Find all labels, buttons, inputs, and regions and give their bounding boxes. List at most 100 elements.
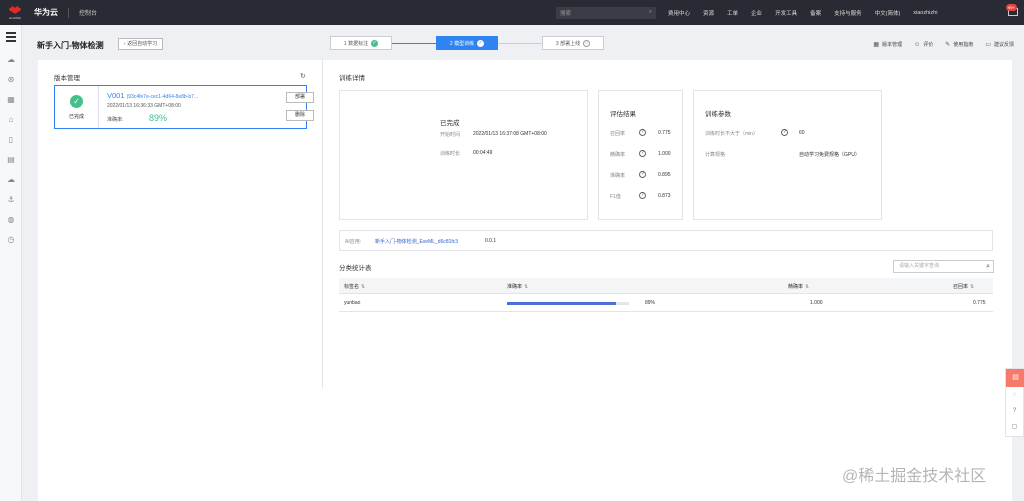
help-icon[interactable]: ? (1006, 403, 1023, 419)
user-guide-button[interactable]: ✎ 使用指南 (945, 41, 973, 48)
rate-button[interactable]: ☺ 评价 (914, 41, 933, 49)
help-icon[interactable]: ? (639, 129, 646, 136)
col-label-name[interactable]: 标签名 ⇅ (344, 283, 365, 290)
accuracy-label: 准确率: (107, 117, 124, 123)
version-time: 2022/01/13 16:36:33 GMT+08:00 (107, 103, 181, 109)
brand-name[interactable]: 华为云 (34, 7, 58, 18)
cell-label-name: yunbao (344, 300, 361, 306)
step-label: 3 部署上线 (555, 40, 581, 47)
refresh-icon[interactable]: ↻ (300, 72, 306, 80)
version-management-button[interactable]: ▦ 版本管理 (873, 41, 902, 48)
sort-icon[interactable]: ⇅ (361, 284, 365, 290)
nav-billing[interactable]: 费用中心 (668, 9, 690, 17)
anchor-icon[interactable]: ⚓ (6, 195, 16, 205)
feedback-icon: ▭ (985, 42, 991, 48)
smile-icon: ☺ (914, 41, 921, 48)
training-details-title: 训练详情 (339, 75, 365, 82)
step-progress: 1 数据标注 ✓ 2 模型训练 ✓ 3 部署上线 ○ (330, 36, 604, 50)
sort-icon[interactable]: ⇅ (805, 284, 809, 290)
back-to-automl-button[interactable]: ‹ 返回自动学习 (118, 38, 164, 50)
grid-icon: ▦ (873, 42, 880, 48)
cell-recall: 0.775 (973, 300, 986, 306)
header-actions: ▦ 版本管理 ☺ 评价 ✎ 使用指南 ▭ 建议反馈 (861, 41, 1014, 49)
ai-app-version: 0.0.1 (485, 238, 497, 244)
menu-icon[interactable] (6, 32, 16, 44)
sort-icon[interactable]: ⇅ (524, 284, 528, 290)
table-row: yunbao 89% 1.000 0.775 (339, 294, 993, 312)
global-search-input[interactable]: 搜索 ⌕ (556, 7, 656, 19)
back-label: 返回自动学习 (127, 41, 158, 47)
col-recall[interactable]: 召回率 ⇅ (953, 283, 974, 290)
nav-language[interactable]: 中文(简体) (875, 9, 901, 17)
accuracy-value: 89% (149, 113, 168, 123)
database-icon[interactable]: ⌂ (6, 115, 16, 125)
nav-user[interactable]: xiaozhizhi (913, 10, 937, 16)
step-data-labeling[interactable]: 1 数据标注 ✓ (330, 36, 392, 50)
top-nav: 费用中心 资源 工单 企业 开发工具 备案 支持与服务 中文(简体) xiaoz… (668, 0, 950, 25)
f1-value: 0.873 (658, 193, 671, 199)
max-duration-value: 60 (799, 130, 805, 136)
search-icon[interactable]: ⌕ (986, 262, 990, 271)
console-link[interactable]: 控制台 (79, 8, 97, 17)
stats-table: 标签名 ⇅ 准确率 ⇅ 精确率 ⇅ 召回率 ⇅ yunbao 89% 1.000 0.7… (339, 278, 993, 312)
recall-label: 召回率 (610, 131, 626, 137)
help-icon[interactable]: ? (639, 192, 646, 199)
step-model-training[interactable]: 2 模型训练 ✓ (436, 36, 498, 50)
status-text: 已完成 (68, 114, 84, 120)
ai-app-label: AI应用: (345, 239, 362, 245)
version-card[interactable]: ✓ 已完成 V001 (93c4fe7e-cec1-4d64-8e8b-b7..… (54, 85, 314, 129)
document-icon[interactable]: ▯ (6, 135, 16, 145)
nav-devtools[interactable]: 开发工具 (775, 9, 797, 17)
sort-icon[interactable]: ⇅ (970, 284, 974, 290)
version-panel: 版本管理 ↻ ✓ 已完成 V001 (93c4fe7e-cec1-4d64-8e… (38, 60, 323, 388)
check-icon: ✓ (371, 39, 379, 47)
precision-label: 精确率 (610, 152, 626, 158)
col-accuracy[interactable]: 准确率 ⇅ (507, 283, 528, 290)
table-search-input[interactable]: 请输入关键字查询 ⌕ (893, 260, 994, 273)
nav-filing[interactable]: 备案 (810, 9, 821, 17)
huawei-logo[interactable]: HUAWEI (0, 0, 30, 25)
training-status: 已完成 (440, 120, 460, 127)
nav-resources[interactable]: 资源 (703, 9, 714, 17)
version-id: (93c4fe7e-cec1-4d64-8e8b-b7... (126, 94, 199, 100)
step-label: 2 模型训练 (449, 40, 475, 47)
search-icon[interactable]: ⌕ (649, 9, 652, 16)
nav-support[interactable]: 支持与服务 (834, 9, 862, 17)
version-name[interactable]: V001 (93c4fe7e-cec1-4d64-8e8b-b7... (107, 91, 198, 100)
cell-accuracy: 89% (645, 300, 656, 306)
help-icon[interactable]: ? (639, 171, 646, 178)
note-icon[interactable]: ▢ (1006, 419, 1023, 435)
evaluation-box: 评估结果 召回率 ? 0.775 精确率 ? 1.000 准确率 ? 0.895… (598, 90, 683, 220)
col-precision[interactable]: 精确率 ⇅ (788, 283, 809, 290)
check-circle-icon: ✓ (70, 95, 83, 108)
file-icon[interactable]: ▤ (6, 155, 16, 165)
precision-value: 1.000 (658, 151, 671, 157)
clock-icon[interactable]: ◷ (6, 235, 16, 245)
storage-icon[interactable]: ▦ (6, 95, 16, 105)
cloud-server-icon[interactable]: ☁ (6, 55, 16, 65)
globe-icon[interactable]: ◍ (6, 215, 16, 225)
nav-tickets[interactable]: 工单 (727, 9, 738, 17)
help-icon[interactable]: ? (639, 150, 646, 157)
version-number: V001 (107, 91, 125, 100)
nav-enterprise[interactable]: 企业 (751, 9, 762, 17)
feedback-button[interactable]: ▭ 建议反馈 (985, 41, 1014, 48)
watermark: @稀土掘金技术社区 (842, 468, 987, 485)
max-duration-label: 训练时长不大于（min） (705, 131, 759, 137)
chat-icon[interactable]: ▤ (1006, 369, 1024, 387)
deploy-button[interactable]: 部署 (286, 92, 314, 103)
search-placeholder: 搜索 (560, 11, 572, 17)
help-icon[interactable]: ? (781, 129, 788, 136)
network-icon[interactable]: ⊛ (6, 75, 16, 85)
message-icon[interactable]: ◌ (1006, 387, 1023, 403)
step-deploy[interactable]: 3 部署上线 ○ (542, 36, 604, 50)
ai-app-link[interactable]: 新手入门-物体检测_ExeML_d6c81fc3 (375, 238, 458, 245)
edit-icon: ✎ (945, 42, 951, 48)
cloud-icon[interactable]: ☁ (6, 175, 16, 185)
logo-text: HUAWEI (9, 16, 21, 20)
delete-button[interactable]: 删除 (286, 110, 314, 121)
huawei-flower-icon (9, 6, 21, 14)
evaluation-title: 评估结果 (610, 111, 636, 118)
spec-label: 计算规格 (705, 152, 726, 158)
step-label: 1 数据标注 (343, 40, 369, 47)
